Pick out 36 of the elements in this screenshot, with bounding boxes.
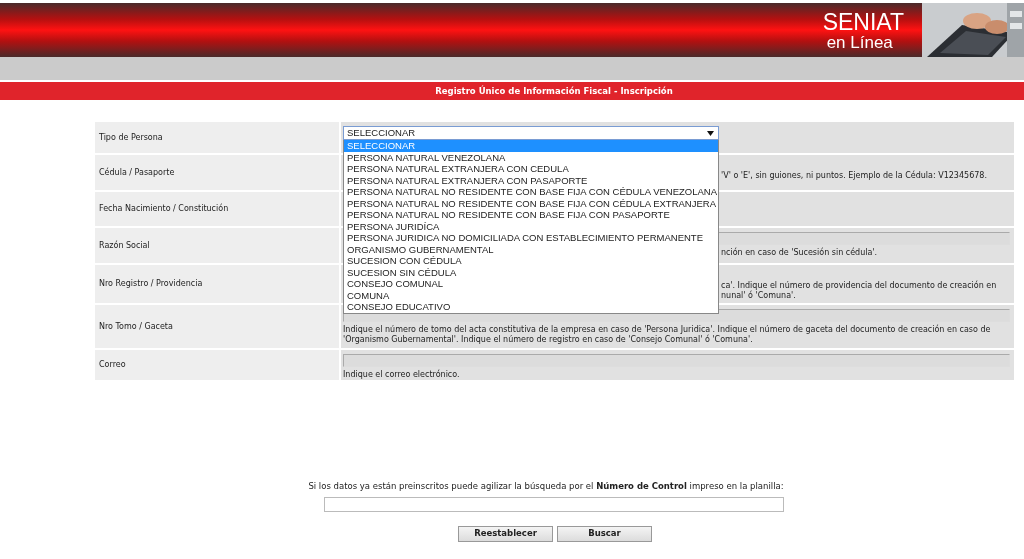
hint-text: Indique el número de tomo del acta constitutiva de la empresa en caso de 'Persona Juridica'. Indique el número de gaceta del documento de creación en caso de 'Organismo Gubernamental'. Indique el número de registro en caso de 'Consejo Comunal' ó 'Comuna'. (343, 325, 992, 345)
field-label: Razón Social (95, 228, 339, 263)
page-title: Registro Único de Información Fiscal - Inscripción (0, 82, 1024, 100)
dropdown-option[interactable]: PERSONA JURIDÍCA (344, 220, 718, 232)
field-label: Cédula / Pasaporte (95, 155, 339, 190)
hint-text: Indique el correo electrónico. (343, 370, 461, 380)
field-label: Tipo de Persona (95, 122, 339, 153)
hint-text: 'V' o 'E', sin guiones, ni puntos. Ejemplo de la Cédula: V12345678. (721, 171, 988, 181)
dropdown-option[interactable]: PERSONA NATURAL NO RESIDENTE CON BASE FIJA CON CÉDULA VENEZOLANA (344, 186, 718, 198)
logo-subtitle: en Línea (825, 34, 894, 51)
input-field[interactable] (343, 354, 1010, 367)
dropdown-option[interactable]: PERSONA NATURAL EXTRANJERA CON CEDULA (344, 163, 718, 175)
hint-text: nción en caso de 'Sucesión sin cédula'. (721, 248, 879, 258)
caret-icon (707, 130, 714, 136)
form-button[interactable]: Buscar (557, 525, 652, 542)
field-label: Fecha Nacimiento / Constitución (95, 192, 339, 226)
dropdown-option[interactable]: CONSEJO COMUNAL (344, 278, 718, 290)
dropdown-option[interactable]: COMUNA (344, 289, 718, 301)
hint-text: ca'. Indique el número de providencia del documento de creación en nunal' ó 'Comuna'. (721, 281, 998, 301)
dropdown-option[interactable]: PERSONA NATURAL NO RESIDENTE CON BASE FIJA CON CÉDULA EXTRANJERA (344, 197, 718, 209)
dropdown-option[interactable]: PERSONA NATURAL VENEZOLANA (344, 151, 718, 163)
dropdown-select[interactable]: SELECCIONAR (343, 126, 719, 140)
dropdown-option[interactable]: PERSONA NATURAL EXTRANJERA CON PASAPORTE (344, 174, 718, 186)
dropdown-option[interactable]: PERSONA JURIDICA NO DOMICILIADA CON ESTABLECIMIENTO PERMANENTE (344, 232, 718, 244)
dropdown-option[interactable]: SUCESION CON CÉDULA (344, 255, 718, 267)
control-number-field[interactable] (324, 496, 784, 512)
field-label: Nro Tomo / Gaceta (95, 305, 339, 348)
field-label: Nro Registro / Providencia (95, 265, 339, 303)
dropdown-option[interactable]: ORGANISMO GUBERNAMENTAL (344, 243, 718, 255)
dropdown-option[interactable]: PERSONA NATURAL NO RESIDENTE CON BASE FIJA CON PASAPORTE (344, 209, 718, 221)
form-button[interactable]: Reestablecer (458, 525, 553, 542)
dropdown-option[interactable]: CONSEJO EDUCATIVO (344, 301, 718, 313)
search-prompt: Si los datos ya están preinscritos puede agilizar la búsqueda por el Número de Control impreso en la planilla: (307, 480, 785, 493)
field-label: Correo (95, 350, 339, 380)
logo-title: SENIAT (822, 11, 904, 34)
dropdown-option[interactable]: SUCESION SIN CÉDULA (344, 266, 718, 278)
